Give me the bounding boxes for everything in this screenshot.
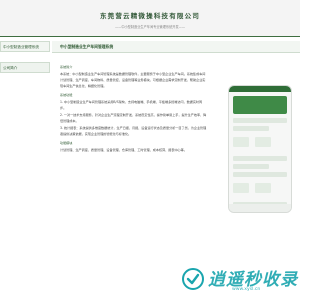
phone-list-row	[233, 164, 269, 169]
phone-list-row	[233, 118, 287, 123]
phone-tile	[255, 183, 271, 193]
phone-list-row	[233, 126, 269, 131]
phone-banner	[233, 96, 287, 114]
phone-tab-bar	[229, 204, 291, 212]
phone-status-bar	[229, 86, 291, 92]
site-header: 东莞营云精微操科技有限公司 ——中小型制造业生产车间专业管理系统开发——	[0, 0, 300, 36]
watermark-logo-icon	[182, 268, 204, 290]
sidebar: 中小型制造业管理系统 公司简介	[0, 41, 50, 300]
header-divider	[0, 36, 300, 37]
app-screenshot-image	[228, 85, 292, 213]
watermark: 逍遥秒收录 www.xysl.cn	[180, 262, 300, 298]
page-title: 中小型制造业生产车间管理系统	[52, 41, 300, 53]
paragraph: 计划管理、生产调度、质量管理、设备管理、仓库管理、工时管理、成本核算、报表中心等…	[60, 148, 187, 152]
section-heading: 系统功能	[60, 93, 73, 97]
paragraph: 3. 统计报表：系统提供多维度数据统计，生产日报、月报、设备运行状态及质量分析一…	[60, 126, 207, 136]
phone-tile	[233, 183, 249, 193]
article-body: 系统简介 本系统：中小型制造业生产车间管理系统是数据管理软件，主要服务于中小型企…	[60, 61, 208, 154]
paragraph: 本系统：中小型制造业生产车间管理系统是数据管理软件，主要服务于中小型企业生产车间…	[60, 72, 206, 88]
section-heading: 系统简介	[60, 65, 73, 69]
paragraph: 2. 一对一技术支持服务，针对企业生产流程定制开发，系统稳定性高，操作简单易上手…	[60, 113, 207, 123]
site-subtitle: ——中小型制造业生产车间专业管理系统开发——	[114, 25, 186, 29]
phone-list-row	[233, 156, 287, 161]
phone-tile	[233, 137, 249, 147]
paragraph: 1. 中小型制造业生产车间管理系统采用B/S架构，支持电脑端、手机端、平板端多终…	[60, 100, 203, 110]
sidebar-item-company-intro[interactable]: 公司简介	[0, 62, 50, 73]
phone-tile	[255, 137, 271, 147]
section-heading: 功能模块	[60, 141, 73, 145]
site-title: 东莞营云精微操科技有限公司	[99, 12, 201, 20]
sidebar-item-management-system[interactable]: 中小型制造业管理系统	[0, 41, 50, 52]
watermark-url: www.xysl.cn	[232, 287, 261, 292]
phone-list-row	[233, 172, 287, 177]
